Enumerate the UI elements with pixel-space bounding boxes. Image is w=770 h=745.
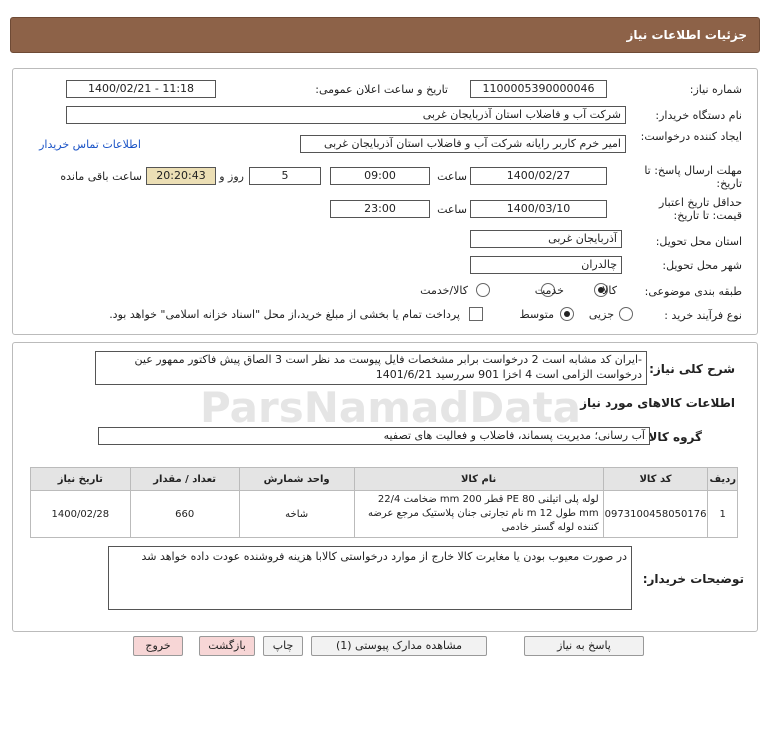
category-option-service: خدمت bbox=[534, 284, 564, 297]
need-number-field: 1100005390000046 bbox=[470, 80, 607, 98]
creator-label: ایجاد کننده درخواست: bbox=[640, 130, 742, 143]
table-row: 1 0973100458050176 لوله پلی اتیلنی PE 80… bbox=[30, 490, 738, 538]
page-header: جزئیات اطلاعات نیاز bbox=[10, 17, 760, 53]
col-qty: تعداد / مقدار bbox=[129, 467, 240, 491]
reply-time-label: ساعت bbox=[437, 170, 467, 183]
reply-time-field: 09:00 bbox=[330, 167, 430, 185]
buyer-org-field: شرکت آب و فاضلاب استان آذربایجان غربی bbox=[66, 106, 626, 124]
process-radio-minor[interactable] bbox=[619, 307, 633, 321]
validity-date-field: 1400/03/10 bbox=[470, 200, 607, 218]
buyer-notes-label: توضیحات خریدار: bbox=[642, 572, 744, 586]
category-label: طبقه بندی موضوعی: bbox=[644, 285, 742, 298]
treasury-payment-checkbox[interactable] bbox=[469, 307, 483, 321]
cell-qty: 660 bbox=[129, 490, 240, 538]
cell-date: 1400/02/28 bbox=[30, 490, 131, 538]
process-option-medium: متوسط bbox=[519, 308, 554, 321]
announce-label: تاریخ و ساعت اعلان عمومی: bbox=[315, 83, 448, 96]
col-row: ردیف bbox=[707, 467, 738, 491]
remaining-label: ساعت باقی مانده bbox=[60, 170, 142, 183]
validity-time-label: ساعت bbox=[437, 203, 467, 216]
category-radio-goods-service[interactable] bbox=[476, 283, 490, 297]
col-unit: واحد شمارش bbox=[238, 467, 355, 491]
reply-to-need-button[interactable]: پاسخ به نیاز bbox=[524, 636, 644, 656]
back-button[interactable]: بازگشت bbox=[199, 636, 255, 656]
price-validity-label: حداقل تاریخ اعتبار قیمت: تا تاریخ: bbox=[658, 196, 742, 222]
goods-table: ردیف کد کالا نام کالا واحد شمارش تعداد /… bbox=[30, 467, 738, 538]
cell-code: 0973100458050176 bbox=[602, 490, 709, 538]
col-code: کد کالا bbox=[602, 467, 709, 491]
print-button[interactable]: چاپ bbox=[263, 636, 303, 656]
summary-field: -ایران کد مشابه است 2 درخواست برابر مشخص… bbox=[95, 351, 647, 385]
days-label: روز و bbox=[219, 170, 244, 183]
reply-deadline-label: مهلت ارسال پاسخ: تا تاریخ: bbox=[644, 164, 742, 190]
remaining-time-field: 20:20:43 bbox=[146, 167, 216, 185]
col-name: نام کالا bbox=[353, 467, 604, 491]
need-number-label: شماره نیاز: bbox=[689, 83, 742, 96]
view-attachments-button[interactable]: مشاهده مدارک پیوستی (1) bbox=[311, 636, 487, 656]
col-date: تاریخ نیاز bbox=[30, 467, 131, 491]
creator-field: امیر خرم کاربر رایانه شرکت آب و فاضلاب ا… bbox=[300, 135, 626, 153]
province-field: آذربایجان غربی bbox=[470, 230, 622, 248]
category-option-goods-service: کالا/خدمت bbox=[420, 284, 468, 297]
cell-unit: شاخه bbox=[238, 490, 355, 538]
goods-info-title: اطلاعات کالاهای مورد نیاز bbox=[580, 396, 735, 410]
goods-group-label: گروه کالا: bbox=[643, 430, 702, 444]
goods-table-header: ردیف کد کالا نام کالا واحد شمارش تعداد /… bbox=[30, 467, 738, 491]
exit-button[interactable]: خروج bbox=[133, 636, 183, 656]
contact-info-link[interactable]: اطلاعات تماس خریدار bbox=[39, 138, 141, 151]
announce-datetime-field: 1400/02/21 - 11:18 bbox=[66, 80, 216, 98]
province-label: استان محل تحویل: bbox=[655, 235, 742, 248]
process-label: نوع فرآیند خرید : bbox=[664, 309, 742, 322]
category-option-goods: کالا bbox=[602, 284, 617, 297]
treasury-payment-note: پرداخت تمام یا بخشی از مبلغ خرید،از محل … bbox=[109, 308, 460, 321]
city-label: شهر محل تحویل: bbox=[662, 259, 742, 272]
page-title: جزئیات اطلاعات نیاز bbox=[626, 28, 747, 42]
reply-date-field: 1400/02/27 bbox=[470, 167, 607, 185]
city-field: چالدران bbox=[470, 256, 622, 274]
days-field: 5 bbox=[249, 167, 321, 185]
cell-name: لوله پلی اتیلنی PE 80 قطر 200 mm ضخامت 2… bbox=[353, 490, 604, 538]
process-option-minor: جزیی bbox=[588, 308, 614, 321]
summary-label: شرح کلی نیاز: bbox=[649, 362, 735, 376]
buyer-org-label: نام دستگاه خریدار: bbox=[655, 109, 742, 122]
buyer-notes-field: در صورت معیوب بودن یا مغایرت کالا خارج ا… bbox=[108, 546, 632, 610]
process-radio-medium[interactable] bbox=[560, 307, 574, 321]
goods-group-field: آب رسانی؛ مدیریت پسماند، فاضلاب و فعالیت… bbox=[98, 427, 650, 445]
validity-time-field: 23:00 bbox=[330, 200, 430, 218]
cell-row: 1 bbox=[707, 490, 738, 538]
